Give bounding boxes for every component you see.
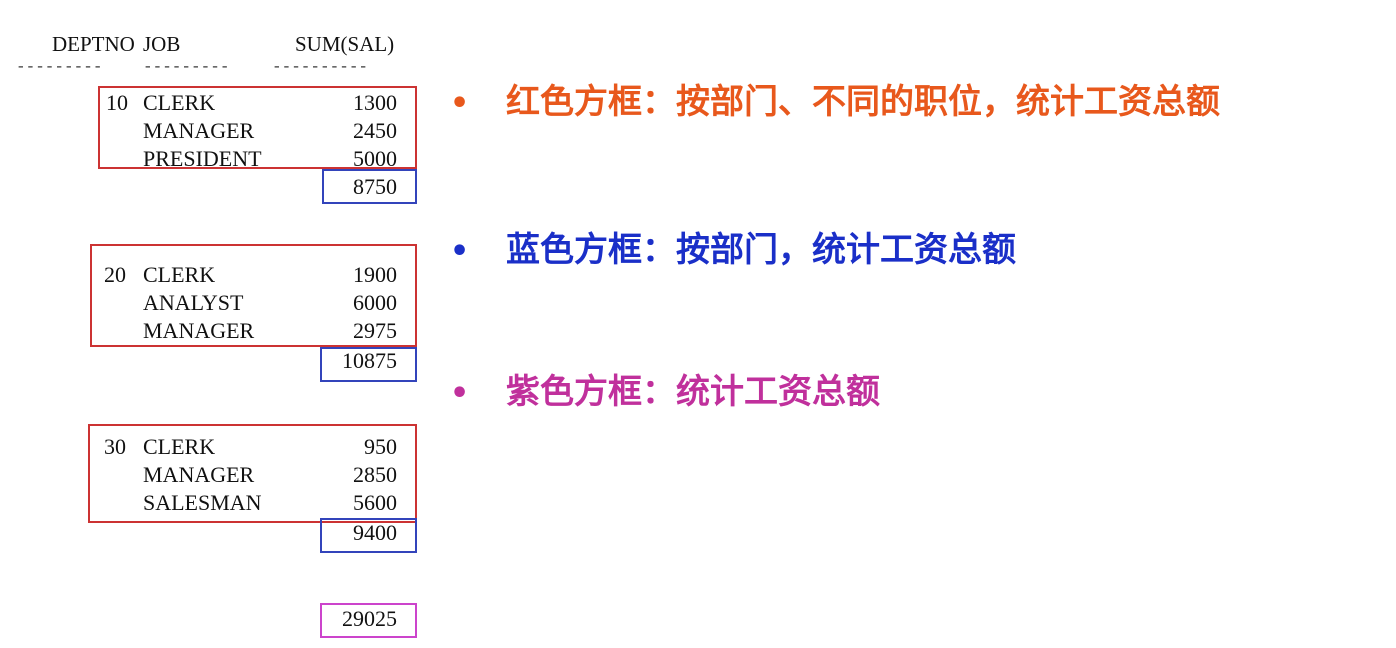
- header-job: JOB: [143, 32, 181, 56]
- header-sum: SUM(SAL): [295, 32, 395, 56]
- bullet-dot: •: [450, 86, 470, 121]
- sum-cell: 6000: [353, 290, 397, 315]
- sum-cell: 1900: [353, 262, 397, 287]
- job-cell: ANALYST: [143, 290, 244, 315]
- separator-sum: ----------: [272, 58, 369, 76]
- job-cell: CLERK: [143, 434, 216, 459]
- deptno-cell: 30: [104, 434, 126, 459]
- sum-cell: 5600: [353, 490, 397, 515]
- subtotal-cell: 10875: [342, 348, 397, 373]
- separator-job: ---------: [143, 58, 230, 76]
- job-cell: MANAGER: [143, 118, 255, 143]
- separator-deptno: ---------: [16, 58, 103, 76]
- job-cell: CLERK: [143, 90, 216, 115]
- bullet-text: 紫色方框：统计工资总额: [506, 372, 880, 412]
- deptno-cell: 10: [106, 90, 128, 115]
- sum-cell: 2450: [353, 118, 397, 143]
- subtotal-cell: 9400: [353, 520, 397, 545]
- grand-total-cell: 29025: [342, 606, 397, 631]
- bullet-blue-box: • 蓝色方框：按部门，统计工资总额: [450, 222, 1016, 271]
- job-cell: CLERK: [143, 262, 216, 287]
- job-cell: PRESIDENT: [143, 146, 262, 171]
- sum-cell: 2975: [353, 318, 397, 343]
- bullet-text: 红色方框：按部门、不同的职位，统计工资总额: [506, 82, 1220, 122]
- bullet-dot: •: [450, 376, 470, 411]
- subtotal-cell: 8750: [353, 174, 397, 199]
- job-cell: MANAGER: [143, 462, 255, 487]
- bullet-red-box: • 红色方框：按部门、不同的职位，统计工资总额: [450, 74, 1220, 123]
- job-cell: SALESMAN: [143, 490, 262, 515]
- deptno-cell: 20: [104, 262, 126, 287]
- bullet-text: 蓝色方框：按部门，统计工资总额: [506, 230, 1016, 270]
- sum-cell: 950: [364, 434, 397, 459]
- job-cell: MANAGER: [143, 318, 255, 343]
- header-deptno: DEPTNO: [52, 32, 135, 56]
- sum-cell: 2850: [353, 462, 397, 487]
- bullet-dot: •: [450, 234, 470, 269]
- sum-cell: 1300: [353, 90, 397, 115]
- bullet-purple-box: • 紫色方框：统计工资总额: [450, 364, 880, 413]
